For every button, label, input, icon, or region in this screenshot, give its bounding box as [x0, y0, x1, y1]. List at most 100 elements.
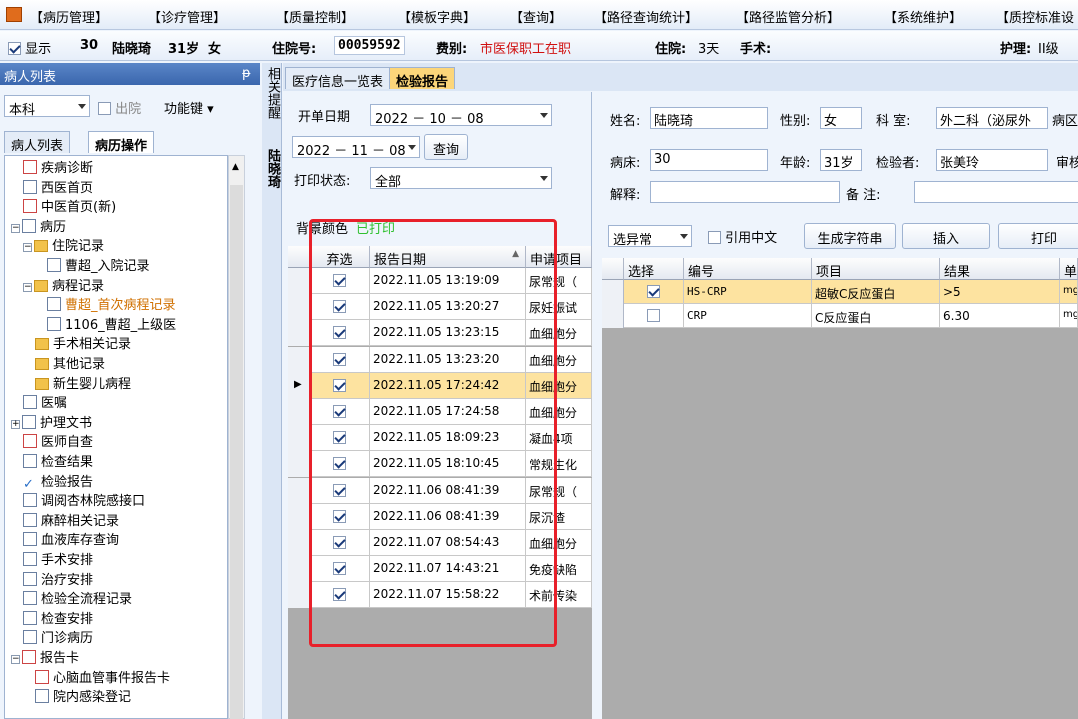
sex-field[interactable]: 女 — [820, 107, 862, 129]
collapse-icon[interactable]: − — [23, 243, 32, 253]
select-checkbox[interactable] — [647, 309, 660, 322]
tree-item[interactable]: ✓ 检验报告 — [23, 474, 93, 492]
row-header[interactable]: ▶ — [288, 372, 310, 399]
show-checkbox[interactable] — [8, 42, 21, 55]
end-date-picker[interactable]: 2022 － 11 － 08 — [292, 136, 420, 159]
row-header[interactable] — [288, 268, 310, 294]
row-header[interactable] — [288, 530, 310, 556]
col-code[interactable]: 编号 — [684, 258, 812, 280]
collapse-icon[interactable]: − — [11, 655, 20, 664]
collapse-icon[interactable]: − — [23, 282, 32, 292]
tree-item[interactable]: 中医首页(新) — [23, 199, 116, 216]
tree-item[interactable]: 医师自查 — [23, 434, 93, 451]
row-header[interactable] — [602, 304, 624, 328]
table-row[interactable]: CRP C反应蛋白 6.30 mg — [602, 304, 1078, 328]
pin-icon[interactable]: ᵽ — [242, 66, 251, 81]
col-select[interactable]: 选择 — [624, 258, 684, 280]
tab-record-operations[interactable]: 病历操作 — [88, 131, 155, 154]
name-field[interactable]: 陆晓琦 — [650, 107, 768, 129]
print-button[interactable]: 打印 — [998, 223, 1078, 249]
tree-item[interactable]: 1106_曹超_上级医 — [47, 316, 176, 334]
table-row[interactable]: HS-CRP 超敏C反应蛋白 >5 mg — [602, 280, 1078, 304]
patient-side-tab[interactable]: 陆晓琦 — [265, 149, 280, 188]
tab-patient-list[interactable]: 病人列表 — [4, 131, 71, 154]
menu-quality-control[interactable]: 【质量控制】 — [276, 7, 354, 26]
tree-item[interactable]: − 报告卡 — [11, 650, 79, 667]
tab-lab-report[interactable]: 检验报告 — [389, 67, 456, 90]
tree-item[interactable]: 院内感染登记 — [35, 689, 131, 706]
row-header[interactable] — [288, 582, 310, 609]
print-status-select[interactable]: 全部 — [370, 167, 552, 190]
cite-chinese-checkbox[interactable] — [708, 231, 721, 244]
select-cell[interactable] — [624, 304, 684, 328]
tree-item[interactable]: 检查结果 — [23, 454, 93, 471]
row-header[interactable] — [602, 280, 624, 304]
tree-item[interactable]: 血液库存查询 — [23, 532, 119, 549]
select-checkbox[interactable] — [647, 285, 660, 298]
row-header[interactable] — [288, 399, 310, 425]
row-header[interactable] — [288, 477, 310, 504]
tree-item[interactable]: 西医首页 — [23, 179, 93, 197]
tree-scroll-thumb[interactable] — [230, 185, 243, 719]
tree-item[interactable]: 麻醉相关记录 — [23, 512, 119, 530]
explain-field[interactable] — [650, 181, 840, 203]
tab-medical-overview[interactable]: 医疗信息一览表 — [285, 67, 391, 90]
row-header[interactable] — [288, 425, 310, 452]
cite-chinese-toggle[interactable]: 引用中文 — [708, 227, 777, 246]
reminders-tab[interactable]: 相关提醒 — [265, 67, 280, 119]
bed-field[interactable]: 30 — [650, 149, 768, 171]
tester-field[interactable]: 张美玲 — [936, 149, 1048, 171]
insert-button[interactable]: 插入 — [902, 223, 990, 249]
tree-item[interactable]: 调阅杏林院感接口 — [23, 493, 145, 510]
tree-item[interactable]: − 住院记录 — [23, 238, 104, 255]
tree-item[interactable]: 手术安排 — [23, 552, 93, 569]
tree-item[interactable]: 其他记录 — [35, 356, 105, 373]
menu-path-stats[interactable]: 【路径查询统计】 — [594, 7, 698, 26]
age-field[interactable]: 31岁 — [820, 149, 862, 171]
show-toggle[interactable]: 显示 — [8, 38, 51, 57]
col-unit[interactable]: 单 — [1060, 258, 1078, 280]
tree-item[interactable]: 曹超_入院记录 — [47, 258, 150, 275]
menu-system[interactable]: 【系统维护】 — [884, 7, 962, 26]
row-header[interactable] — [288, 294, 310, 321]
menu-templates[interactable]: 【模板字典】 — [398, 7, 476, 26]
tree-item[interactable]: 检验全流程记录 — [23, 591, 132, 608]
menu-path-analysis[interactable]: 【路径监管分析】 — [736, 7, 840, 26]
query-button[interactable]: 查询 — [424, 134, 468, 160]
tree-item[interactable]: 治疗安排 — [23, 571, 93, 589]
discharge-checkbox[interactable] — [98, 102, 111, 115]
row-header[interactable] — [288, 320, 310, 347]
row-header[interactable] — [288, 451, 310, 478]
tree-item[interactable]: 门诊病历 — [23, 630, 93, 647]
tree-item[interactable]: − 病历 — [11, 218, 66, 236]
col-item[interactable]: 项目 — [812, 258, 940, 280]
row-header[interactable] — [288, 503, 310, 530]
scroll-up-icon[interactable]: ▲ — [232, 162, 239, 172]
remark-field[interactable] — [914, 181, 1078, 203]
discharge-toggle[interactable]: 出院 — [98, 98, 141, 117]
row-header[interactable] — [288, 346, 310, 373]
abnormal-select[interactable]: 选异常 — [608, 225, 692, 248]
tree-item[interactable]: 检查安排 — [23, 610, 93, 628]
menu-treatment[interactable]: 【诊疗管理】 — [148, 7, 226, 26]
menu-qc-standards[interactable]: 【质控标准设 — [996, 7, 1074, 26]
collapse-icon[interactable]: − — [11, 223, 20, 233]
menu-medical-records[interactable]: 【病历管理】 — [30, 7, 108, 26]
tree-item[interactable]: 疾病诊断 — [23, 160, 93, 177]
tree-item[interactable]: 新生婴儿病程 — [35, 376, 131, 393]
tree-item[interactable]: 医嘱 — [23, 395, 67, 412]
start-date-picker[interactable]: 2022 － 10 － 08 — [370, 104, 552, 127]
function-key-dropdown[interactable]: 功能键 ▾ — [164, 98, 214, 117]
tree-item[interactable]: − 病程记录 — [23, 278, 104, 295]
expand-icon[interactable]: + — [11, 419, 20, 429]
generate-string-button[interactable]: 生成字符串 — [804, 223, 896, 249]
tree-item[interactable]: 心脑血管事件报告卡 — [35, 669, 170, 687]
row-header[interactable] — [288, 556, 310, 583]
tree-item[interactable]: 曹超_首次病程记录 — [47, 297, 176, 314]
tree-item[interactable]: 手术相关记录 — [35, 336, 131, 353]
menu-query[interactable]: 【查询】 — [510, 7, 562, 26]
dept-select[interactable]: 本科 — [4, 95, 90, 118]
tree-item[interactable]: + 护理文书 — [11, 414, 92, 432]
select-cell[interactable] — [624, 280, 684, 304]
dept-field[interactable]: 外二科（泌尿外 — [936, 107, 1048, 129]
